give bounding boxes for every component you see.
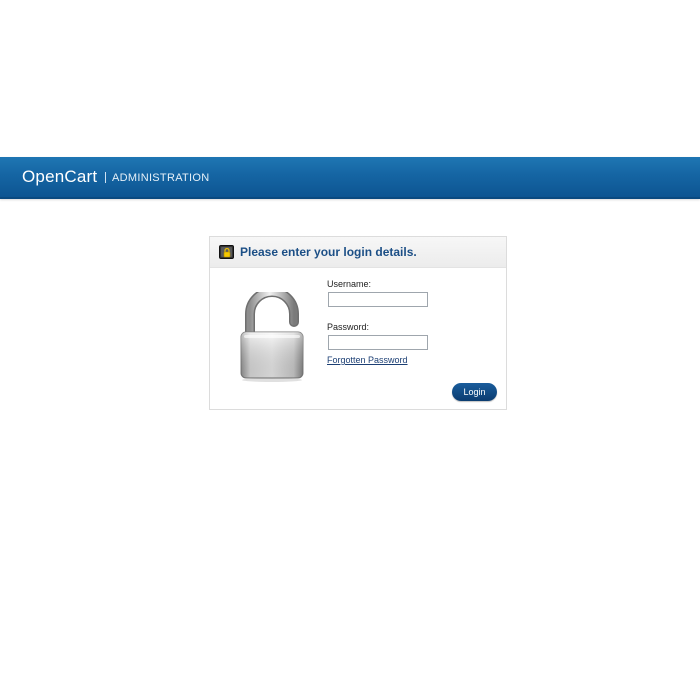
password-label: Password: bbox=[327, 322, 370, 332]
padlock-icon bbox=[240, 292, 304, 382]
login-button[interactable]: Login bbox=[452, 383, 497, 401]
username-input[interactable] bbox=[328, 292, 428, 307]
login-panel: Please enter your login details. Usernam… bbox=[209, 236, 507, 410]
header-bar: OpenCart ADMINISTRATION bbox=[0, 157, 700, 199]
lock-key-icon bbox=[219, 245, 234, 259]
login-title: Please enter your login details. bbox=[240, 245, 417, 259]
login-panel-header: Please enter your login details. bbox=[210, 237, 506, 268]
brand-name[interactable]: OpenCart bbox=[22, 167, 97, 187]
password-input[interactable] bbox=[328, 335, 428, 350]
username-label: Username: bbox=[327, 279, 372, 289]
brand-divider bbox=[105, 172, 106, 183]
brand-subtitle: ADMINISTRATION bbox=[112, 172, 210, 184]
admin-login-page: OpenCart ADMINISTRATION Please enter you… bbox=[0, 0, 700, 700]
forgotten-password-link[interactable]: Forgotten Password bbox=[327, 355, 408, 365]
